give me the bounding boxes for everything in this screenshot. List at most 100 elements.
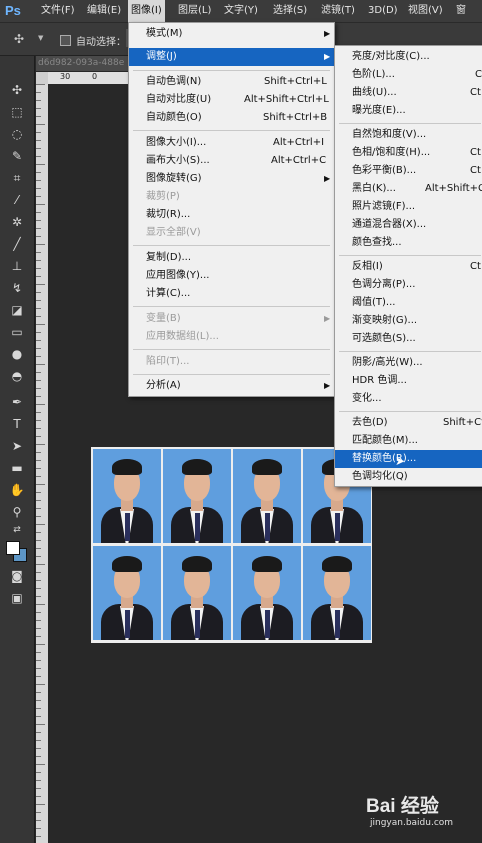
menu-item-replace-color[interactable]: 替换颜色(R)... ➤ <box>335 450 482 468</box>
quick-mask-icon[interactable]: ◙ <box>6 568 28 584</box>
ruler-tick <box>36 236 41 237</box>
menu-3d[interactable]: 3D(D) <box>365 0 401 22</box>
history-brush-icon[interactable]: ↯ <box>6 280 28 296</box>
menu-item-threshold[interactable]: 阈值(T)... <box>335 294 482 312</box>
menu-window[interactable]: 窗 <box>453 0 469 22</box>
menu-edit[interactable]: 编辑(E) <box>84 0 124 22</box>
menu-item-shadows-highlights[interactable]: 阴影/高光(W)... <box>335 354 482 372</box>
ruler-tick <box>36 260 41 261</box>
blur-tool-icon[interactable]: ● <box>6 346 28 362</box>
menu-filter[interactable]: 滤镜(T) <box>318 0 358 22</box>
menu-item-calculations[interactable]: 计算(C)... <box>129 285 334 303</box>
menu-item-variables[interactable]: 变量(B) ▶ <box>129 310 334 328</box>
menu-item-auto-contrast[interactable]: 自动对比度(U) Alt+Shift+Ctrl+L <box>129 91 334 109</box>
menu-file[interactable]: 文件(F) <box>38 0 78 22</box>
path-select-tool-icon[interactable]: ➤ <box>6 438 28 454</box>
screen-mode-icon[interactable]: ▣ <box>6 590 28 606</box>
menu-item-gradient-map[interactable]: 渐变映射(G)... <box>335 312 482 330</box>
ruler-tick <box>36 140 41 141</box>
menu-item-variations[interactable]: 变化... <box>335 390 482 408</box>
eraser-tool-icon[interactable]: ◪ <box>6 302 28 318</box>
menu-item-hue-saturation[interactable]: 色相/饱和度(H)... Ct <box>335 144 482 162</box>
menu-item-channel-mixer[interactable]: 通道混合器(X)... <box>335 216 482 234</box>
menu-item-hdr-toning[interactable]: HDR 色调... <box>335 372 482 390</box>
id-photo <box>233 449 301 543</box>
menu-item-brightness-contrast[interactable]: 亮度/对比度(C)... <box>335 48 482 66</box>
pen-tool-icon[interactable]: ✒ <box>6 394 28 410</box>
ruler-tick <box>36 516 41 517</box>
menu-item-curves[interactable]: 曲线(U)... Ct <box>335 84 482 102</box>
move-tool-icon[interactable]: ✣ <box>14 32 24 46</box>
ruler-tick <box>36 100 41 101</box>
menu-item-reveal-all[interactable]: 显示全部(V) <box>129 224 334 242</box>
ruler-tick <box>36 764 45 765</box>
hand-tool-icon[interactable]: ✋ <box>6 482 28 498</box>
menu-item-equalize[interactable]: 色调均化(Q) <box>335 468 482 486</box>
ruler-tick <box>36 796 41 797</box>
menu-item-match-color[interactable]: 匹配颜色(M)... <box>335 432 482 450</box>
menu-item-trap[interactable]: 陷印(T)... <box>129 353 334 371</box>
menu-item-selective-color[interactable]: 可选颜色(S)... <box>335 330 482 348</box>
menu-item-adjustments[interactable]: 调整(J) ▶ <box>129 48 334 66</box>
menu-item-apply-image[interactable]: 应用图像(Y)... <box>129 267 334 285</box>
menu-image[interactable]: 图像(I) <box>128 0 165 22</box>
menu-item-levels[interactable]: 色阶(L)... C <box>335 66 482 84</box>
menu-item-auto-color[interactable]: 自动颜色(O) Shift+Ctrl+B <box>129 109 334 127</box>
menu-item-posterize[interactable]: 色调分离(P)... <box>335 276 482 294</box>
ruler-tick <box>36 636 41 637</box>
foreground-color-swatch[interactable] <box>6 541 20 555</box>
shape-tool-icon[interactable]: ▬ <box>6 460 28 476</box>
menu-item-analysis[interactable]: 分析(A) ▶ <box>129 377 334 395</box>
menu-item-exposure[interactable]: 曝光度(E)... <box>335 102 482 120</box>
zoom-tool-icon[interactable]: ⚲ <box>6 504 28 520</box>
type-tool-icon[interactable]: T <box>6 416 28 432</box>
menu-type[interactable]: 文字(Y) <box>221 0 261 22</box>
menu-view[interactable]: 视图(V) <box>405 0 446 22</box>
menu-item-photo-filter[interactable]: 照片滤镜(F)... <box>335 198 482 216</box>
healing-brush-icon[interactable]: ✲ <box>6 214 28 230</box>
ruler-tick <box>36 380 41 381</box>
menu-separator <box>339 411 481 412</box>
auto-select-checkbox[interactable] <box>60 35 71 46</box>
chevron-down-icon[interactable]: ▼ <box>38 34 43 42</box>
canvas-image[interactable] <box>91 447 372 643</box>
menu-bar: Ps 文件(F) 编辑(E) 图像(I) 图层(L) 文字(Y) 选择(S) 滤… <box>0 0 482 23</box>
menu-item-mode[interactable]: 模式(M) ▶ <box>129 25 334 43</box>
ruler-tick <box>36 500 41 501</box>
menu-item-auto-tone[interactable]: 自动色调(N) Shift+Ctrl+L <box>129 73 334 91</box>
swap-colors-icon[interactable]: ⇄ <box>6 522 28 538</box>
menu-separator <box>339 255 481 256</box>
ruler-tick <box>36 700 41 701</box>
ruler-tick <box>36 524 45 525</box>
menu-item-color-balance[interactable]: 色彩平衡(B)... Ct <box>335 162 482 180</box>
stamp-tool-icon[interactable]: ⊥ <box>6 258 28 274</box>
ruler-tick <box>36 684 45 685</box>
menu-item-duplicate[interactable]: 复制(D)... <box>129 249 334 267</box>
menu-select[interactable]: 选择(S) <box>270 0 310 22</box>
menu-item-apply-data-set[interactable]: 应用数据组(L)... <box>129 328 334 346</box>
eyedropper-tool-icon[interactable]: ⁄ <box>6 192 28 208</box>
menu-item-color-lookup[interactable]: 颜色查找... <box>335 234 482 252</box>
lasso-tool-icon[interactable]: ◌ <box>6 126 28 142</box>
crop-tool-icon[interactable]: ⌗ <box>6 170 28 186</box>
document-tab[interactable]: d6d982-093a-488e <box>36 56 138 71</box>
menu-layer[interactable]: 图层(L) <box>175 0 214 22</box>
gradient-tool-icon[interactable]: ▭ <box>6 324 28 340</box>
menu-item-image-size[interactable]: 图像大小(I)... Alt+Ctrl+I <box>129 134 334 152</box>
menu-item-vibrance[interactable]: 自然饱和度(V)... <box>335 126 482 144</box>
dodge-tool-icon[interactable]: ◓ <box>6 368 28 384</box>
menu-item-black-white[interactable]: 黑白(K)...Alt+Shift+Ct <box>335 180 482 198</box>
brush-tool-icon[interactable]: ╱ <box>6 236 28 252</box>
move-tool-icon[interactable]: ✣ <box>6 82 28 98</box>
ruler-tick <box>36 244 45 245</box>
menu-item-desaturate[interactable]: 去色(D) Shift+Ct <box>335 414 482 432</box>
quick-select-tool-icon[interactable]: ✎ <box>6 148 28 164</box>
menu-item-trim[interactable]: 裁切(R)... <box>129 206 334 224</box>
menu-item-image-rotation[interactable]: 图像旋转(G) ▶ <box>129 170 334 188</box>
menu-item-invert[interactable]: 反相(I) Ct <box>335 258 482 276</box>
marquee-tool-icon[interactable]: ⬚ <box>6 104 28 120</box>
vertical-ruler[interactable] <box>36 84 48 843</box>
menu-item-crop[interactable]: 裁剪(P) <box>129 188 334 206</box>
menu-item-canvas-size[interactable]: 画布大小(S)... Alt+Ctrl+C <box>129 152 334 170</box>
ruler-origin[interactable] <box>36 72 48 84</box>
